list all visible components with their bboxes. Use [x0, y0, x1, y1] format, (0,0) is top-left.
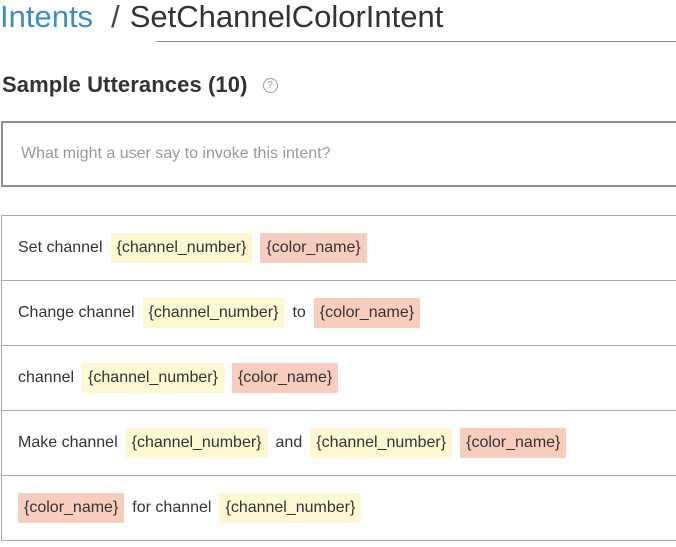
slot-channel-number[interactable]: {channel_number}: [82, 363, 224, 393]
utterance-row[interactable]: channel {channel_number} {color_name}: [1, 346, 676, 411]
slot-channel-number[interactable]: {channel_number}: [110, 233, 253, 263]
breadcrumb-separator: /: [111, 0, 120, 34]
slot-color-name[interactable]: {color_name}: [260, 233, 367, 263]
slot-color-name[interactable]: {color_name}: [313, 298, 421, 328]
breadcrumb-intents-link[interactable]: Intents: [0, 0, 93, 34]
intent-editor: Intents / SetChannelColorIntent Sample U…: [0, 0, 676, 547]
slot-channel-number[interactable]: {channel_number}: [310, 428, 453, 458]
utterance-text: Change channel: [18, 304, 135, 321]
utterance-row[interactable]: Set channel {channel_number} {color_name}: [1, 216, 676, 281]
intent-name-underline: [156, 41, 676, 42]
slot-channel-number[interactable]: {channel_number}: [142, 298, 285, 328]
utterance-text: and: [275, 434, 303, 451]
slot-color-name[interactable]: {color_name}: [18, 493, 125, 523]
slot-color-name[interactable]: {color_name}: [231, 363, 339, 393]
utterance-input[interactable]: [1, 121, 676, 187]
section-title: Sample Utterances (10): [2, 72, 248, 97]
utterance-row[interactable]: Change channel {channel_number} to {color_n…: [1, 281, 676, 346]
slot-channel-number[interactable]: {channel_number}: [125, 428, 268, 458]
utterance-text: Set channel: [18, 239, 103, 256]
slot-channel-number[interactable]: {channel_number}: [219, 493, 362, 523]
utterance-row[interactable]: Make channel {channel_number} and {channel_…: [1, 411, 676, 476]
breadcrumb: Intents / SetChannelColorIntent: [0, 0, 443, 38]
utterance-text: for channel: [132, 499, 212, 516]
utterance-list: Set channel {channel_number} {color_name} C…: [1, 215, 676, 541]
utterance-text: to: [292, 304, 306, 321]
utterance-text: Make channel: [18, 434, 118, 451]
intent-name[interactable]: SetChannelColorIntent: [130, 0, 444, 34]
slot-color-name[interactable]: {color_name}: [460, 428, 567, 458]
sample-utterances-heading: Sample Utterances (10) ?: [2, 72, 278, 98]
utterance-row[interactable]: {color_name} for channel {channel_number}: [1, 476, 676, 541]
utterance-text: channel: [18, 369, 75, 386]
question-circle-icon[interactable]: ?: [262, 77, 278, 93]
